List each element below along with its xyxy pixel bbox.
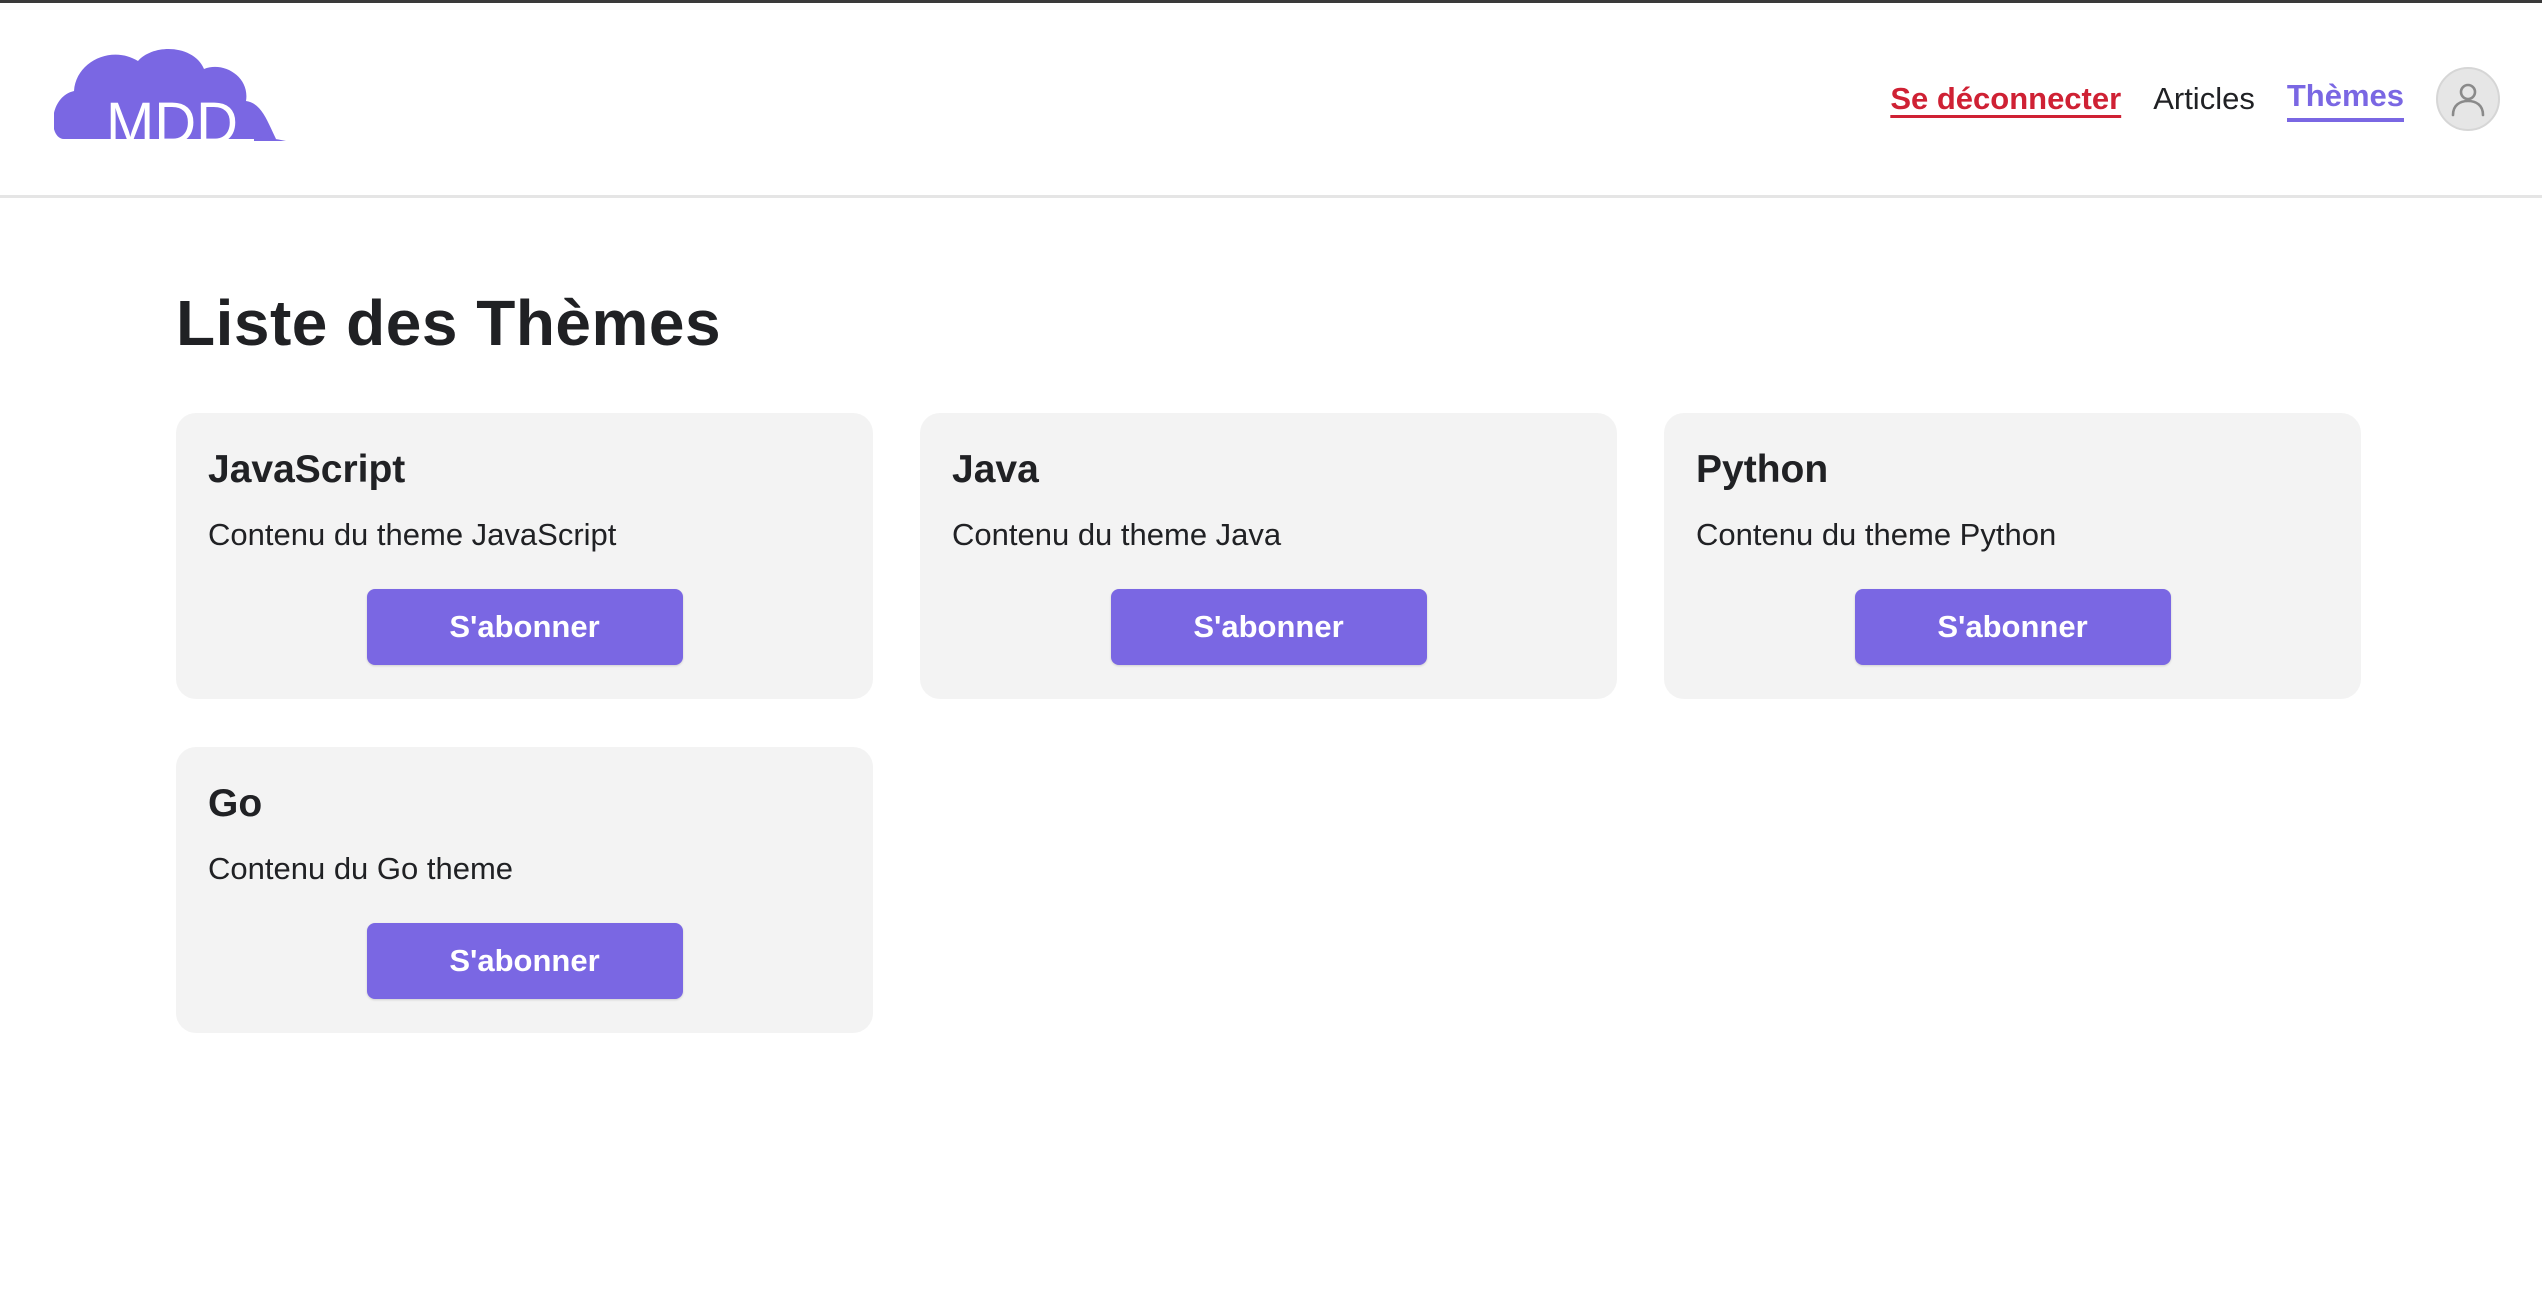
theme-card: Python Contenu du theme Python S'abonner [1664,413,2361,699]
subscribe-button[interactable]: S'abonner [366,923,683,999]
profile-avatar-button[interactable] [2436,67,2500,131]
theme-title: JavaScript [208,448,406,491]
theme-title: Go [208,782,263,825]
theme-content: Contenu du theme JavaScript [208,517,617,552]
main-nav: Se déconnecter Articles Thèmes [1858,67,2500,131]
subscribe-button[interactable]: S'abonner [1110,589,1427,665]
app-header: MDD Se déconnecter Articles Thèmes [0,3,2542,198]
user-icon [2451,83,2485,117]
page-title: Liste des Thèmes [176,287,722,359]
logo-text: MDD [106,91,238,156]
theme-content: Contenu du theme Java [952,517,1282,552]
cloud-logo-icon: MDD [54,49,286,156]
subscribe-button[interactable]: S'abonner [1854,589,2171,665]
subscribe-button[interactable]: S'abonner [366,589,683,665]
theme-card: Java Contenu du theme Java S'abonner [920,413,1617,699]
theme-title: Python [1696,448,1829,491]
theme-title: Java [952,448,1039,491]
logout-link[interactable]: Se déconnecter [1890,77,2121,121]
nav-themes-link[interactable]: Thèmes [2286,76,2404,122]
themes-grid: JavaScript Contenu du theme JavaScript S… [176,413,2542,1033]
mdd-logo[interactable]: MDD [54,39,294,159]
theme-content: Contenu du Go theme [208,851,514,886]
theme-card: Go Contenu du Go theme S'abonner [176,747,873,1033]
theme-content: Contenu du theme Python [1696,517,2057,552]
nav-articles-link[interactable]: Articles [2153,77,2255,121]
main-content: Liste des Thèmes JavaScript Contenu du t… [0,198,2542,1033]
theme-card: JavaScript Contenu du theme JavaScript S… [176,413,873,699]
